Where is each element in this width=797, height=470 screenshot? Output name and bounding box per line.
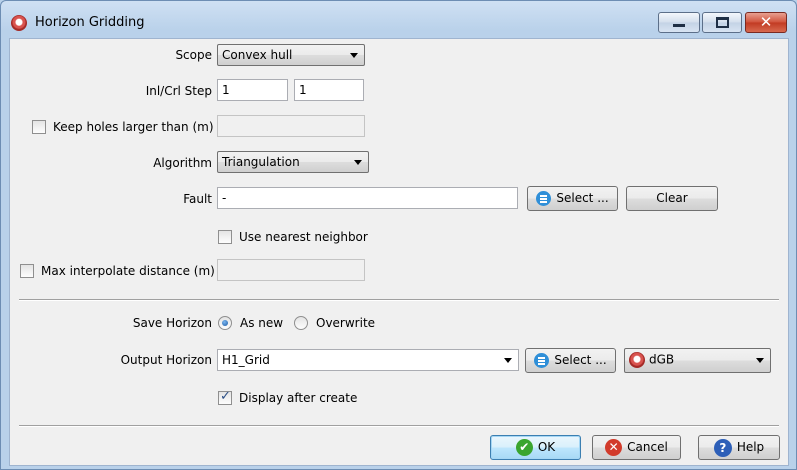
save-horizon-label: Save Horizon xyxy=(132,316,212,330)
output-select-label: Select ... xyxy=(554,353,607,367)
output-horizon-value: H1_Grid xyxy=(222,353,270,367)
storage-value: dGB xyxy=(649,352,675,367)
chevron-down-icon xyxy=(350,53,358,58)
close-button[interactable]: ✕ xyxy=(745,12,787,33)
help-button[interactable]: ? Help xyxy=(698,435,780,460)
check-icon: ✔ xyxy=(515,439,533,456)
maximize-icon xyxy=(716,17,729,28)
window-title: Horizon Gridding xyxy=(35,15,145,30)
save-as-new-radio[interactable] xyxy=(218,316,232,330)
cancel-label: Cancel xyxy=(627,440,668,454)
help-icon: ? xyxy=(713,438,732,457)
divider xyxy=(19,425,779,427)
title-bar[interactable]: Horizon Gridding ✕ xyxy=(1,1,796,33)
app-icon xyxy=(11,15,27,31)
inline-step-input[interactable]: 1 xyxy=(217,79,288,101)
help-label: Help xyxy=(736,440,765,454)
scope-dropdown[interactable]: Convex hull xyxy=(217,44,365,66)
save-overwrite-label: Overwrite xyxy=(316,316,376,330)
fault-select-button[interactable]: Select ... xyxy=(527,186,618,211)
max-interp-label: Max interpolate distance (m) xyxy=(41,264,215,278)
algorithm-label: Algorithm xyxy=(153,156,212,170)
dgb-logo-icon xyxy=(629,352,645,368)
keep-holes-checkbox[interactable] xyxy=(32,120,46,134)
max-interp-input[interactable] xyxy=(217,259,365,281)
display-after-checkbox[interactable]: ✓ xyxy=(218,389,232,405)
list-icon xyxy=(534,353,550,368)
keep-holes-label: Keep holes larger than (m) xyxy=(53,120,214,134)
radio-dot xyxy=(222,320,228,326)
dialog-window: Horizon Gridding ✕ Scope Convex hull Inl… xyxy=(0,0,797,470)
nearest-neighbor-label: Use nearest neighbor xyxy=(239,230,368,244)
save-as-new-label: As new xyxy=(240,316,284,330)
fault-input[interactable]: - xyxy=(217,187,518,209)
scope-value: Convex hull xyxy=(222,48,293,62)
nearest-neighbor-checkbox[interactable] xyxy=(218,230,232,244)
cancel-button[interactable]: ✕ Cancel xyxy=(592,435,681,460)
scope-label: Scope xyxy=(175,48,212,62)
fault-select-label: Select ... xyxy=(556,191,609,205)
algorithm-dropdown[interactable]: Triangulation xyxy=(217,151,369,173)
list-icon xyxy=(536,191,552,206)
step-label: Inl/Crl Step xyxy=(145,84,212,98)
fault-label: Fault xyxy=(183,192,212,206)
chevron-down-icon xyxy=(354,160,362,165)
close-icon: ✕ xyxy=(759,13,773,31)
output-horizon-label: Output Horizon xyxy=(120,353,212,367)
ok-label: OK xyxy=(537,440,556,454)
max-interp-checkbox[interactable] xyxy=(20,264,34,278)
chevron-down-icon xyxy=(504,358,512,363)
x-icon: ✕ xyxy=(605,439,623,456)
dialog-content: Scope Convex hull Inl/Crl Step 1 1 Keep … xyxy=(9,38,789,466)
minimize-button[interactable] xyxy=(658,12,700,33)
algorithm-value: Triangulation xyxy=(222,155,300,169)
minimize-icon xyxy=(673,24,685,27)
display-after-label: Display after create xyxy=(239,391,358,405)
storage-dropdown[interactable]: dGB xyxy=(624,348,771,373)
chevron-down-icon xyxy=(756,358,764,363)
output-horizon-dropdown[interactable]: H1_Grid xyxy=(217,349,519,371)
divider xyxy=(19,299,779,301)
maximize-button[interactable] xyxy=(702,12,742,33)
fault-clear-button[interactable]: Clear xyxy=(626,186,718,211)
crossline-step-input[interactable]: 1 xyxy=(294,79,364,101)
ok-button[interactable]: ✔ OK xyxy=(490,435,581,460)
check-icon: ✓ xyxy=(220,389,231,404)
output-select-button[interactable]: Select ... xyxy=(525,348,616,373)
keep-holes-input[interactable] xyxy=(217,115,365,137)
save-overwrite-radio[interactable] xyxy=(294,316,308,330)
